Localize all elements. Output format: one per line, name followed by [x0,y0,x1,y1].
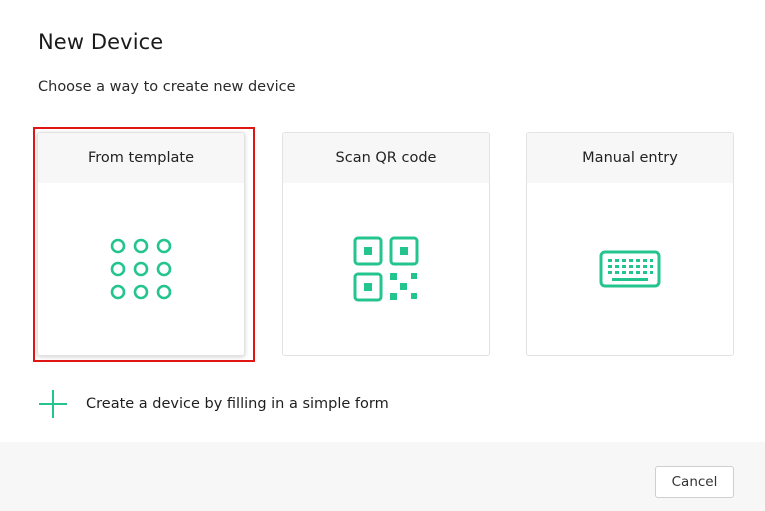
create-by-form-link[interactable]: Create a device by filling in a simple f… [38,390,389,418]
new-device-dialog: New Device Choose a way to create new de… [0,0,765,511]
option-card-from-template[interactable]: From template [37,132,245,356]
keyboard-icon [599,250,661,288]
dialog-footer: Cancel [0,442,765,511]
option-card-header: From template [38,133,244,183]
grid-icon [110,238,172,300]
option-card-scan-qr[interactable]: Scan QR code [282,132,490,356]
option-card-label: From template [88,150,194,166]
plus-icon [38,389,68,419]
dialog-subtitle: Choose a way to create new device [38,79,296,95]
option-card-header: Manual entry [527,133,733,183]
option-card-label: Scan QR code [335,150,437,166]
create-by-form-label: Create a device by filling in a simple f… [86,396,389,412]
cancel-button[interactable]: Cancel [655,466,734,498]
option-card-body [283,183,489,355]
option-card-body [527,183,733,355]
option-card-header: Scan QR code [283,133,489,183]
option-card-label: Manual entry [582,150,678,166]
option-card-body [38,183,244,355]
qr-code-icon [353,236,419,302]
dialog-title: New Device [38,30,164,54]
option-card-manual-entry[interactable]: Manual entry [526,132,734,356]
